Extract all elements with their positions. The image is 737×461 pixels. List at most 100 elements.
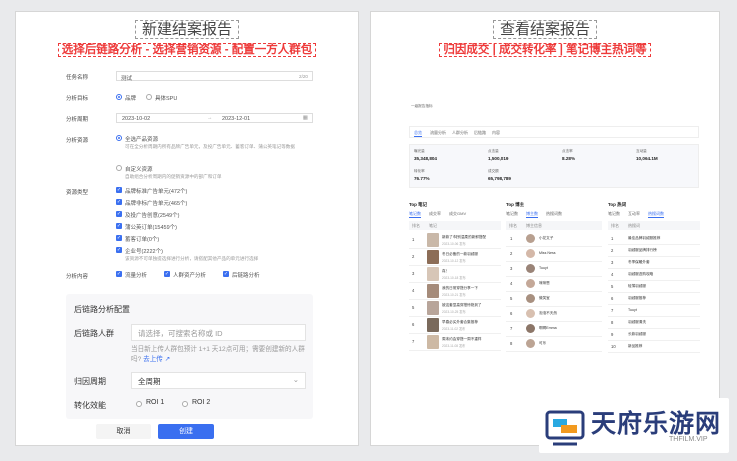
postlink-config-section: 后链路分析配置 后链路人群 请选择，可搜索名称或 ID 当日新上传人群包预计 1… [66, 294, 313, 419]
words-tab-2[interactable]: 互动率 [628, 211, 640, 217]
divider [506, 351, 602, 352]
target-brand-radio[interactable] [116, 94, 122, 100]
metrics-card: 曝光量 35,348,804 点击量 1,500,019 点击率 8.28% 互… [409, 144, 699, 188]
blogger-name[interactable]: 小花文子 [539, 236, 553, 241]
crowd-select[interactable]: 请选择，可搜索名称或 ID [131, 324, 306, 341]
blogger-name[interactable]: 咪咪恩 [539, 281, 550, 286]
resource-all-desc: 可在全分析周期内所有品牌广告单元，及投广告单元、蓄客订单、蒲公英笔记等数据 [125, 144, 295, 149]
resource-custom-radio[interactable] [116, 165, 122, 171]
bloggers-tab-2[interactable]: 博主数 [526, 211, 538, 218]
table-row-rank: 1 [611, 236, 614, 241]
note-thumbnail[interactable] [427, 284, 439, 298]
note-thumbnail[interactable] [427, 301, 439, 315]
words-table-header: 排名 热搜词 [608, 221, 700, 230]
blogger-name[interactable]: 啊啊Emma [539, 326, 557, 331]
table-row-rank: 4 [611, 272, 614, 277]
note-thumbnail[interactable] [427, 318, 439, 332]
report-tab-2[interactable]: 流量分析 [430, 130, 446, 136]
avatar[interactable] [526, 249, 535, 258]
divider [608, 340, 700, 341]
resource-all-radio[interactable] [116, 135, 122, 141]
restype-check-1[interactable]: ✓ [116, 187, 122, 193]
note-title[interactable]: 真！ [442, 269, 449, 274]
note-thumbnail[interactable] [427, 233, 439, 247]
report-tab-5[interactable]: 内容 [492, 130, 500, 136]
external-link-icon: ↗ [164, 356, 171, 363]
hot-word[interactable]: 羽绒服品牌排行榜 [628, 248, 657, 253]
roi1-radio[interactable] [136, 401, 142, 407]
hot-word[interactable]: 冬季保暖外套 [628, 260, 650, 265]
avatar[interactable] [526, 264, 535, 273]
create-button[interactable]: 创建 [158, 424, 214, 439]
hot-word[interactable]: 羽绒服选购攻略 [628, 272, 653, 277]
attr-period-select[interactable]: 全周期 ⌄ [131, 372, 306, 389]
blogger-name[interactable]: Miss Ness [539, 251, 556, 255]
notes-tab-1[interactable]: 笔记数 [409, 211, 421, 218]
hot-word[interactable]: 新品推荐 [628, 344, 642, 349]
divider [409, 333, 501, 334]
avatar[interactable] [526, 234, 535, 243]
table-row-rank: 5 [510, 296, 513, 301]
note-date: 2023-10-12 发布 [442, 259, 466, 263]
target-spu-radio[interactable] [146, 94, 152, 100]
content-postlink-check[interactable]: ✓ [223, 271, 229, 277]
restype-check-2[interactable]: ✓ [116, 199, 122, 205]
bloggers-tab-3[interactable]: 热搜词数 [546, 211, 562, 217]
table-row-rank: 2 [611, 248, 614, 253]
hot-word[interactable]: 羽绒服清洗 [628, 320, 646, 325]
hot-word[interactable]: 长款羽绒服 [628, 332, 646, 337]
avatar[interactable] [526, 339, 535, 348]
note-title[interactable]: 周末约会穿搭一周不重样 [442, 337, 482, 342]
blogger-name[interactable]: Tuuyt [539, 266, 548, 270]
blogger-name[interactable]: 微笑宝 [539, 296, 550, 301]
words-tab-1[interactable]: 笔记数 [608, 211, 620, 217]
divider [608, 304, 700, 305]
content-traffic-check[interactable]: ✓ [116, 271, 122, 277]
notes-tab-2[interactable]: 成交率 [429, 211, 441, 217]
report-tab-1[interactable]: 总览 [414, 130, 422, 137]
crowd-hint: 当日新上传人群包预计 1+1 天12点可用；需要创建新的人群吗? 去上传 ↗ [131, 346, 305, 363]
blogger-name[interactable]: 可乐 [539, 341, 546, 346]
restype-check-6[interactable]: ✓ [116, 247, 122, 253]
restype-check-5[interactable]: ✓ [116, 235, 122, 241]
avatar[interactable] [526, 279, 535, 288]
note-thumbnail[interactable] [427, 250, 439, 264]
avatar[interactable] [526, 309, 535, 318]
table-row-rank: 1 [510, 236, 513, 241]
notes-tab-3[interactable]: 成交GMV [449, 211, 466, 217]
hot-word[interactable]: 羽绒服推荐 [628, 296, 646, 301]
metric-value-2: 1,500,019 [488, 156, 509, 161]
chevron-down-icon: ⌄ [292, 375, 299, 384]
restype-check-3[interactable]: ✓ [116, 211, 122, 217]
report-tab-3[interactable]: 人群分析 [452, 130, 468, 136]
upload-link[interactable]: 去上传 [143, 356, 163, 363]
bloggers-tab-1[interactable]: 笔记数 [506, 211, 518, 217]
divider [506, 261, 602, 262]
blogger-name[interactable]: 泡泡不天然 [539, 311, 557, 316]
note-title[interactable]: 被这套显高穿搭惊艳到了 [442, 303, 482, 308]
hot-word[interactable]: 最佳品牌羽绒服推荐 [628, 236, 660, 241]
restype-check-4[interactable]: ✓ [116, 223, 122, 229]
note-thumbnail[interactable] [427, 267, 439, 281]
task-name-input[interactable]: 测试 2/20 [116, 71, 313, 82]
report-tab-4[interactable]: 后链路 [474, 130, 486, 136]
restype-text-3: 及投广告创意(2549个) [125, 213, 180, 219]
note-thumbnail[interactable] [427, 335, 439, 349]
avatar[interactable] [526, 324, 535, 333]
note-title[interactable]: 早春必买外套合集推荐 [442, 320, 478, 325]
hot-word[interactable]: 轻薄羽绒服 [628, 284, 646, 289]
note-title[interactable]: 新款了!特别温柔的新鲜搭配 [442, 235, 486, 240]
note-title[interactable]: 我的日常穿搭分享一下 [442, 286, 478, 291]
divider [409, 350, 501, 351]
period-range-picker[interactable]: 2023-10-02 → 2023-12-01 ▦ [116, 113, 313, 123]
hot-word[interactable]: Tuuyt [628, 308, 637, 312]
content-crowd-check[interactable]: ✓ [164, 271, 170, 277]
words-tab-3[interactable]: 热搜词数 [648, 211, 664, 218]
tv-logo-icon [545, 410, 585, 446]
roi2-radio[interactable] [182, 401, 188, 407]
cancel-button[interactable]: 取消 [96, 424, 151, 439]
avatar[interactable] [526, 294, 535, 303]
note-title[interactable]: 冬日必备的一款羽绒服 [442, 252, 478, 257]
note-date: 2023-10-21 发布 [442, 293, 466, 297]
divider [506, 336, 602, 337]
